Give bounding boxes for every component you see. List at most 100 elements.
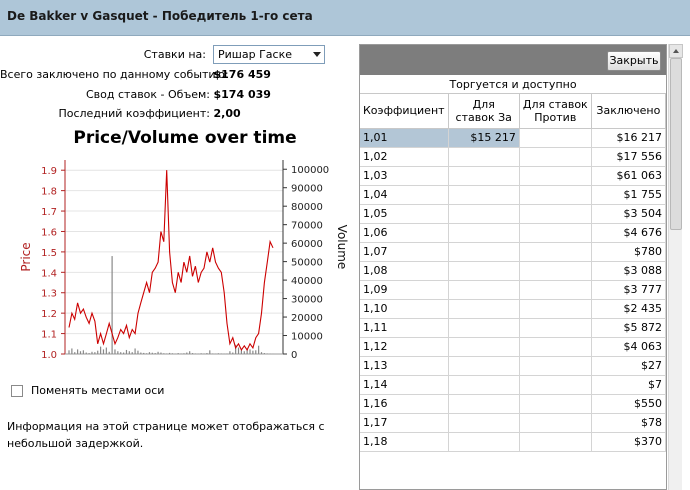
back-cell[interactable] xyxy=(448,318,520,338)
volume-tick-label: 10000 xyxy=(291,332,323,343)
swap-axes-label: Поменять местами оси xyxy=(31,384,165,397)
back-cell[interactable] xyxy=(448,261,520,281)
odds-table: Коэффициент Для ставок За Для ставок Про… xyxy=(360,94,666,452)
matched-cell: $2 435 xyxy=(591,299,666,319)
col-odds-header: Коэффициент xyxy=(360,94,449,129)
bets-on-selected-value: Ришар Гаске xyxy=(218,48,292,61)
panel-scrollbar[interactable] xyxy=(668,44,683,490)
price-tick-label: 1.1 xyxy=(41,330,57,341)
back-cell[interactable] xyxy=(448,242,520,262)
back-cell[interactable] xyxy=(448,375,520,395)
table-row[interactable]: 1,01 $15 217 $16 217 xyxy=(360,128,666,148)
volume-tick-label: 90000 xyxy=(291,184,323,195)
back-cell[interactable] xyxy=(448,166,520,186)
last-odds-label: Последний коэффициент: xyxy=(58,107,210,120)
back-cell[interactable] xyxy=(448,337,520,357)
table-row[interactable]: 1,18 $370 xyxy=(360,432,666,452)
odds-cell: 1,10 xyxy=(360,299,449,319)
volume-value: $174 039 xyxy=(213,88,271,101)
lay-cell[interactable] xyxy=(519,299,592,319)
lay-cell[interactable] xyxy=(519,413,592,433)
price-tick-label: 1.9 xyxy=(41,166,57,177)
lay-cell[interactable] xyxy=(519,432,592,452)
price-tick-label: 1.2 xyxy=(41,309,57,320)
last-odds-value: 2,00 xyxy=(213,107,241,120)
lay-cell[interactable] xyxy=(519,356,592,376)
last-odds-row: Последний коэффициент: 2,00 xyxy=(0,107,241,120)
back-cell[interactable] xyxy=(448,394,520,414)
table-row[interactable]: 1,09 $3 777 xyxy=(360,280,666,300)
lay-cell[interactable] xyxy=(519,337,592,357)
back-cell[interactable] xyxy=(448,223,520,243)
bets-on-select[interactable]: Ришар Гаске xyxy=(213,45,325,64)
table-row[interactable]: 1,14 $7 xyxy=(360,375,666,395)
lay-cell[interactable] xyxy=(519,375,592,395)
back-cell[interactable] xyxy=(448,147,520,167)
table-row[interactable]: 1,10 $2 435 xyxy=(360,299,666,319)
table-row[interactable]: 1,13 $27 xyxy=(360,356,666,376)
close-button[interactable]: Закрыть xyxy=(607,51,661,71)
back-cell[interactable]: $15 217 xyxy=(448,128,520,148)
lay-cell[interactable] xyxy=(519,147,592,167)
lay-cell[interactable] xyxy=(519,394,592,414)
odds-cell: 1,06 xyxy=(360,223,449,243)
table-row[interactable]: 1,17 $78 xyxy=(360,413,666,433)
lay-cell[interactable] xyxy=(519,261,592,281)
total-row: Всего заключено по данному событию: $176… xyxy=(0,68,271,81)
table-row[interactable]: 1,12 $4 063 xyxy=(360,337,666,357)
back-cell[interactable] xyxy=(448,185,520,205)
matched-cell: $3 777 xyxy=(591,280,666,300)
odds-cell: 1,11 xyxy=(360,318,449,338)
lay-cell[interactable] xyxy=(519,223,592,243)
matched-cell: $550 xyxy=(591,394,666,414)
table-row[interactable]: 1,04 $1 755 xyxy=(360,185,666,205)
lay-cell[interactable] xyxy=(519,280,592,300)
back-cell[interactable] xyxy=(448,432,520,452)
matched-cell: $3 504 xyxy=(591,204,666,224)
matched-cell: $1 755 xyxy=(591,185,666,205)
swap-axes-checkbox[interactable] xyxy=(11,385,23,397)
col-back-header: Для ставок За xyxy=(448,94,520,129)
table-row[interactable]: 1,11 $5 872 xyxy=(360,318,666,338)
back-cell[interactable] xyxy=(448,299,520,319)
scroll-up-arrow-icon[interactable] xyxy=(669,44,683,58)
lay-cell[interactable] xyxy=(519,242,592,262)
matched-cell: $61 063 xyxy=(591,166,666,186)
swap-axes-option[interactable]: Поменять местами оси xyxy=(11,384,164,397)
odds-cell: 1,17 xyxy=(360,413,449,433)
table-header-row: Коэффициент Для ставок За Для ставок Про… xyxy=(360,94,666,129)
volume-tick-label: 80000 xyxy=(291,202,323,213)
table-row[interactable]: 1,06 $4 676 xyxy=(360,223,666,243)
lay-cell[interactable] xyxy=(519,185,592,205)
price-volume-chart: 1.0 1.1 1.2 1.3 1.4 1.5 1.6 1.7 1.8 1.9 0 10000 2000… xyxy=(19,160,349,361)
back-cell[interactable] xyxy=(448,413,520,433)
price-axis-label: Price xyxy=(19,242,33,271)
lay-cell[interactable] xyxy=(519,166,592,186)
lay-cell[interactable] xyxy=(519,318,592,338)
table-row[interactable]: 1,16 $550 xyxy=(360,394,666,414)
back-cell[interactable] xyxy=(448,356,520,376)
group-header: Торгуется и доступно xyxy=(360,76,666,94)
lay-cell[interactable] xyxy=(519,204,592,224)
table-row[interactable]: 1,03 $61 063 xyxy=(360,166,666,186)
price-tick-label: 1.3 xyxy=(41,289,57,300)
volume-tick-label: 0 xyxy=(291,350,297,361)
price-tick-label: 1.6 xyxy=(41,227,57,238)
matched-cell: $16 217 xyxy=(591,128,666,148)
table-row[interactable]: 1,08 $3 088 xyxy=(360,261,666,281)
lay-cell[interactable] xyxy=(519,128,592,148)
price-tick-label: 1.0 xyxy=(41,350,57,361)
chevron-down-icon[interactable] xyxy=(313,52,321,57)
odds-cell: 1,13 xyxy=(360,356,449,376)
bets-on-label: Ставки на: xyxy=(143,48,206,61)
table-row[interactable]: 1,05 $3 504 xyxy=(360,204,666,224)
back-cell[interactable] xyxy=(448,280,520,300)
table-row[interactable]: 1,07 $780 xyxy=(360,242,666,262)
table-row[interactable]: 1,02 $17 556 xyxy=(360,147,666,167)
odds-cell: 1,04 xyxy=(360,185,449,205)
scroll-thumb[interactable] xyxy=(670,58,682,230)
back-cell[interactable] xyxy=(448,204,520,224)
odds-cell: 1,18 xyxy=(360,432,449,452)
odds-cell: 1,09 xyxy=(360,280,449,300)
col-lay-header: Для ставок Против xyxy=(519,94,592,129)
